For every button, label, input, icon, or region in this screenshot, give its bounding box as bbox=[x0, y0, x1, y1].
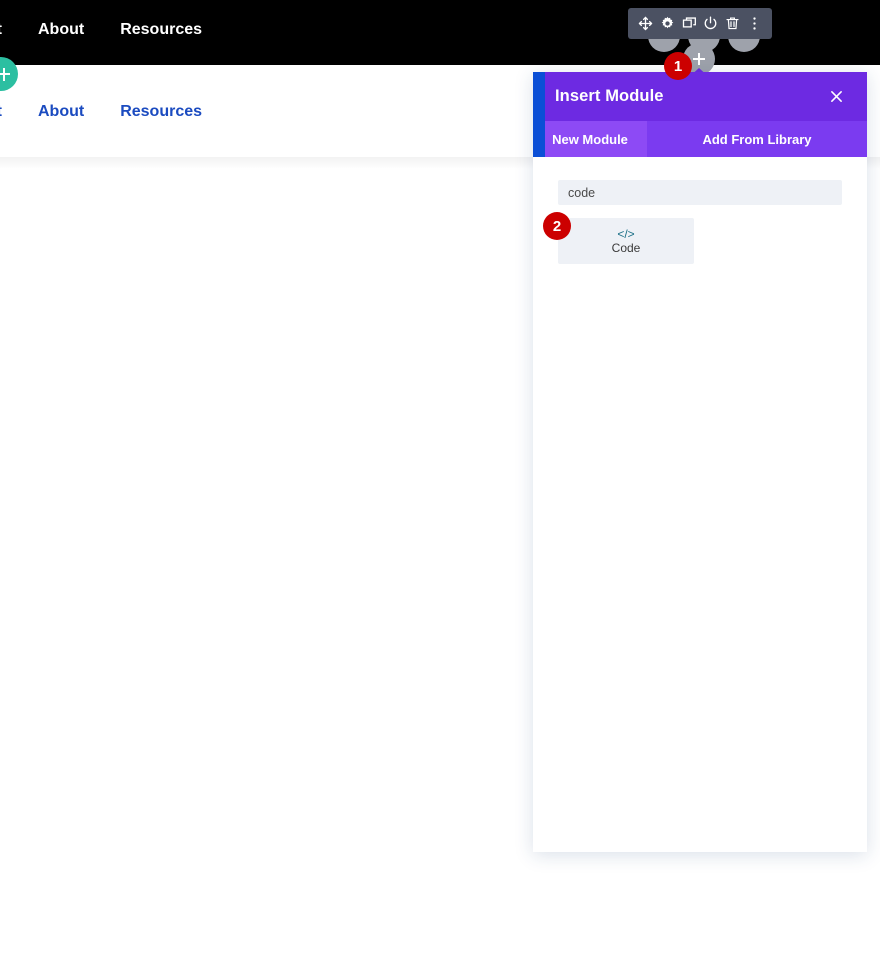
tab-new-module[interactable]: New Module bbox=[533, 121, 647, 157]
search-input[interactable] bbox=[558, 180, 842, 205]
gear-icon[interactable] bbox=[659, 15, 676, 32]
annotation-badge-2: 2 bbox=[543, 212, 571, 240]
close-icon[interactable] bbox=[825, 86, 847, 108]
module-results-grid: </> Code bbox=[558, 218, 842, 264]
topbar-nav-item-about[interactable]: About bbox=[38, 21, 84, 39]
module-card-code[interactable]: </> Code bbox=[558, 218, 694, 264]
insert-module-panel: Insert Module New Module Add From Librar… bbox=[533, 72, 867, 852]
insert-module-header: Insert Module bbox=[533, 72, 867, 121]
site-header-nav: ontact About Resources bbox=[0, 103, 202, 121]
topbar-nav-item-resources[interactable]: Resources bbox=[120, 21, 202, 39]
page-title: Insert Module bbox=[555, 87, 664, 106]
topbar-nav-item-contact[interactable]: ontact bbox=[0, 21, 2, 39]
insert-module-tabs: New Module Add From Library bbox=[533, 121, 867, 157]
insert-module-body: </> Code bbox=[533, 157, 867, 852]
header-nav-item-resources[interactable]: Resources bbox=[120, 103, 202, 121]
annotation-badge-1: 1 bbox=[664, 52, 692, 80]
panel-accent-strip bbox=[533, 72, 545, 157]
power-icon[interactable] bbox=[702, 15, 719, 32]
module-toolbar bbox=[628, 8, 772, 39]
site-topbar-nav: ontact About Resources bbox=[0, 21, 202, 39]
move-icon[interactable] bbox=[637, 15, 654, 32]
header-nav-item-contact[interactable]: ontact bbox=[0, 103, 2, 121]
code-icon: </> bbox=[617, 228, 634, 240]
plus-icon bbox=[0, 68, 10, 81]
module-card-label: Code bbox=[612, 242, 641, 254]
plus-icon bbox=[693, 53, 705, 65]
header-nav-item-about[interactable]: About bbox=[38, 103, 84, 121]
tab-add-from-library[interactable]: Add From Library bbox=[647, 121, 867, 157]
duplicate-icon[interactable] bbox=[681, 15, 698, 32]
more-options-icon[interactable] bbox=[746, 15, 763, 32]
screen-root: ontact About Resources ontact About Reso… bbox=[0, 0, 880, 964]
trash-icon[interactable] bbox=[724, 15, 741, 32]
